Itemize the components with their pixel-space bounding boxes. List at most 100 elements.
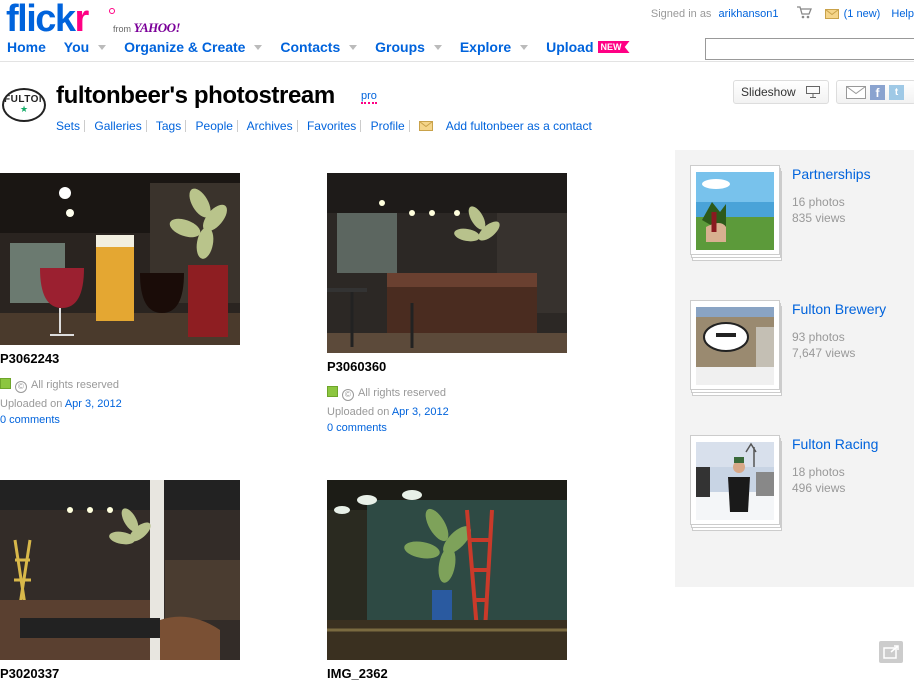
photo-title[interactable]: P3020337 [0,666,59,681]
search-input[interactable] [705,38,914,60]
comments-link[interactable]: 0 comments [0,414,60,426]
set-thumbnail[interactable] [696,442,774,520]
photo-thumbnail[interactable] [0,173,240,345]
upload-date-link[interactable]: Apr 3, 2012 [392,406,449,418]
share-corner-icon[interactable] [879,641,903,663]
nav-groups-label: Groups [375,39,425,55]
license-info: © All rights reserved [327,386,446,401]
nav-home[interactable]: Home [7,39,46,55]
chevron-down-icon[interactable] [433,45,442,50]
subnav-sets[interactable]: Sets [56,119,80,133]
star-icon: ★ [19,104,29,114]
uploaded-prefix: Uploaded on [327,406,390,418]
photostream-subnav: Sets Galleries Tags People Archives Favo… [56,119,592,133]
license-info: © All rights reserved [0,378,119,393]
page-title: fultonbeer's photostream [56,82,335,109]
new-badge: NEW [597,41,630,53]
pro-badge[interactable]: pro [361,90,377,104]
set-title-link[interactable]: Fulton Brewery [792,301,886,317]
set-thumbnail-stack[interactable] [690,300,782,396]
nav-groups[interactable]: Groups [375,39,442,55]
cart-icon[interactable] [796,6,812,22]
set-photo-count: 16 photos [792,195,845,209]
mail-count-link[interactable]: (1 new) [844,8,881,20]
subnav-tags[interactable]: Tags [156,119,181,133]
subnav-profile[interactable]: Profile [371,119,405,133]
divider [84,120,86,132]
nav-explore-label: Explore [459,39,512,55]
twitter-icon[interactable]: t [889,85,904,100]
nav-organize-create[interactable]: Organize & Create [124,39,263,55]
set-thumbnail[interactable] [696,307,774,385]
slideshow-screen-icon [806,86,820,98]
divider [296,120,298,132]
from-yahoo-label: from YAHOO! [113,20,181,36]
user-bar: Signed in as arikhanson1 (1 new) Help [651,6,914,22]
nav-contacts-label: Contacts [280,39,341,55]
logo-registered-mark [109,8,115,14]
chevron-down-icon[interactable] [520,45,529,50]
chevron-down-icon[interactable] [349,45,358,50]
from-text: from [113,24,131,34]
license-green-icon [0,378,11,389]
photo-title[interactable]: IMG_2362 [327,666,388,681]
upload-date-link[interactable]: Apr 3, 2012 [65,398,122,410]
creative-commons-icon: © [15,381,27,393]
nav-you[interactable]: You [63,39,107,55]
set-thumbnail-stack[interactable] [690,165,782,261]
set-photo-count: 18 photos [792,465,845,479]
photo-title[interactable]: P3060360 [327,359,386,374]
set-title-link[interactable]: Partnerships [792,166,871,182]
chevron-down-icon[interactable] [98,45,107,50]
comments-link[interactable]: 0 comments [327,422,387,434]
username-link[interactable]: arikhanson1 [719,8,779,20]
nav-contacts[interactable]: Contacts [280,39,358,55]
set-item[interactable]: Partnerships 16 photos 835 views [690,165,910,265]
facebook-icon[interactable]: f [870,85,885,100]
set-item[interactable]: Fulton Brewery 93 photos 7,647 views [690,300,910,400]
help-link[interactable]: Help [891,8,914,20]
mail-icon[interactable] [824,9,839,22]
set-title-link[interactable]: Fulton Racing [792,436,878,452]
license-text: All rights reserved [358,387,447,399]
slideshow-label: Slideshow [741,85,796,99]
nav-home-label: Home [7,39,46,55]
slideshow-button[interactable]: Slideshow [733,80,829,104]
subnav-archives[interactable]: Archives [247,119,293,133]
set-view-count: 835 views [792,211,846,225]
divider [185,120,187,132]
divider [360,120,362,132]
upload-info: Uploaded on Apr 3, 2012 [0,398,122,410]
add-contact-link[interactable]: Add fultonbeer as a contact [446,119,592,133]
set-item[interactable]: Fulton Racing 18 photos 496 views [690,435,910,535]
divider [145,120,147,132]
photo-title[interactable]: P3062243 [0,351,59,366]
logo-text: flick [6,0,76,40]
avatar[interactable]: FULTON ★ [2,88,46,122]
subnav-favorites[interactable]: Favorites [307,119,356,133]
email-share-icon[interactable] [846,86,866,99]
flickr-logo[interactable]: flickr [6,0,115,40]
photo-thumbnail[interactable] [327,480,567,660]
set-thumbnail-stack[interactable] [690,435,782,531]
set-photo-count: 93 photos [792,330,845,344]
nav-upload[interactable]: Upload NEW [546,39,630,55]
signed-in-label: Signed in as [650,8,712,20]
set-thumbnail[interactable] [696,172,774,250]
license-text: All rights reserved [31,379,120,391]
set-view-count: 496 views [792,481,846,495]
main-nav: Home You Organize & Create Contacts Grou… [7,39,644,57]
nav-upload-label: Upload [546,39,594,55]
photo-thumbnail[interactable] [0,480,240,660]
sets-sidebar: Partnerships 16 photos 835 views Fulton … [675,150,914,587]
nav-organize-label: Organize & Create [124,39,246,55]
photo-thumbnail[interactable] [327,173,567,353]
chevron-down-icon[interactable] [254,45,263,50]
divider [236,120,238,132]
subnav-people[interactable]: People [196,119,233,133]
subnav-galleries[interactable]: Galleries [94,119,141,133]
nav-explore[interactable]: Explore [459,39,529,55]
nav-you-label: You [63,39,90,55]
mail-icon [419,120,434,131]
creative-commons-icon: © [342,389,354,401]
